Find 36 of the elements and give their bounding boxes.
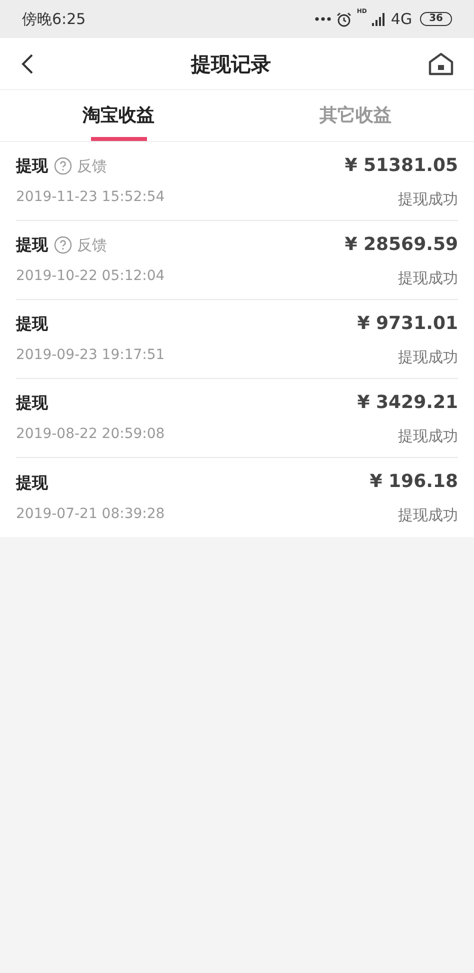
record-title: 提现 <box>16 155 48 177</box>
record-amount: ¥ 3429.21 <box>357 390 458 415</box>
record-title: 提现 <box>16 313 48 335</box>
page-title: 提现记录 <box>191 50 271 78</box>
record-title: 提现 <box>16 392 48 414</box>
record-status: 提现成功 <box>398 505 458 526</box>
record-amount: ¥ 51381.05 <box>344 154 458 178</box>
network-label: 4G <box>390 8 412 30</box>
feedback-link[interactable]: 反馈 <box>54 154 107 178</box>
record-date: 2019-08-22 20:59:08 <box>16 425 165 444</box>
record-status: 提现成功 <box>398 268 458 289</box>
record-status: 提现成功 <box>398 346 458 368</box>
record-status: 提现成功 <box>398 188 458 210</box>
signal-icon <box>372 12 386 26</box>
record-date: 2019-07-21 08:39:28 <box>16 504 165 524</box>
tab[interactable]: 淘宝收益 <box>0 90 237 141</box>
help-icon <box>54 157 72 175</box>
help-icon <box>54 236 72 254</box>
tab-underline <box>90 137 146 141</box>
record-amount: ¥ 28569.59 <box>344 232 458 257</box>
feedback-link[interactable]: 反馈 <box>54 234 107 256</box>
record-amount: ¥ 9731.01 <box>357 312 458 336</box>
record-status: 提现成功 <box>398 426 458 447</box>
alarm-clock-icon <box>336 12 352 26</box>
record-date: 2019-09-23 19:17:51 <box>16 346 165 365</box>
record-title: 提现 <box>16 472 48 494</box>
tab[interactable]: 其它收益 <box>237 90 474 141</box>
record-amount: ¥ 196.18 <box>370 470 458 494</box>
record-title: 提现 <box>16 234 48 256</box>
record-date: 2019-10-22 05:12:04 <box>16 267 165 286</box>
status-time: 傍晚6:25 <box>22 8 86 30</box>
more-dots-icon <box>314 17 331 21</box>
battery-indicator: 36 <box>420 12 452 26</box>
record-date: 2019-11-23 15:52:54 <box>16 188 165 207</box>
back-icon[interactable] <box>20 52 34 74</box>
home-icon[interactable] <box>428 52 454 76</box>
